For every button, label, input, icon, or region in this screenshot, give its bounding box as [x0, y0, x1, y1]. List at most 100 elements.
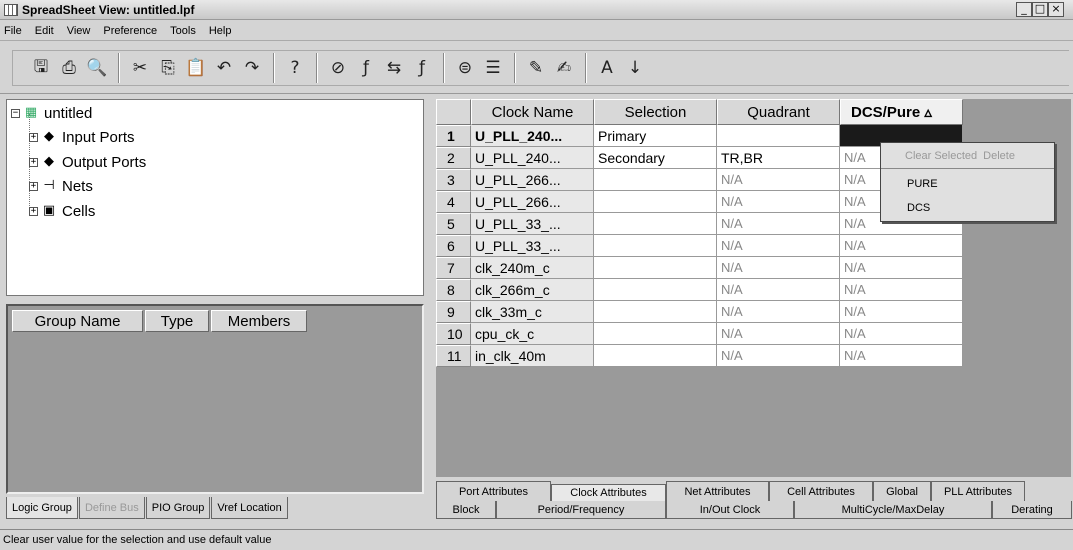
collapse-icon[interactable]: − — [11, 108, 20, 118]
cell-quadrant[interactable]: N/A — [717, 345, 840, 367]
context-clear-selected[interactable]: Clear Selected — [905, 150, 977, 162]
group-icon[interactable]: ⊜ — [451, 54, 479, 82]
cell-selection[interactable] — [594, 301, 717, 323]
sort-icon[interactable]: ↓ — [621, 54, 649, 82]
cell-quadrant[interactable] — [717, 125, 840, 147]
tab-net-attributes[interactable]: Net Attributes — [666, 481, 769, 501]
row-number[interactable]: 8 — [436, 279, 471, 301]
cell-selection[interactable] — [594, 257, 717, 279]
cell-quadrant[interactable]: N/A — [717, 235, 840, 257]
menu-help[interactable]: Help — [209, 25, 232, 37]
edit-icon[interactable]: ✎ — [522, 54, 550, 82]
cell-dcs-pure[interactable]: N/A — [840, 301, 963, 323]
cell-dcs-pure[interactable]: N/A — [840, 257, 963, 279]
tab-period-frequency[interactable]: Period/Frequency — [496, 501, 666, 519]
row-number[interactable]: 5 — [436, 213, 471, 235]
tree-item-input-ports[interactable]: + ◆ Input Ports — [29, 127, 135, 147]
cell-selection[interactable] — [594, 213, 717, 235]
save-icon[interactable]: 🖫 — [27, 54, 55, 82]
cell-clock-name[interactable]: clk_266m_c — [471, 279, 594, 301]
tab-derating[interactable]: Derating — [992, 501, 1072, 519]
cell-clock-name[interactable]: clk_33m_c — [471, 301, 594, 323]
cell-dcs-pure[interactable]: N/A — [840, 345, 963, 367]
row-number[interactable]: 9 — [436, 301, 471, 323]
cell-selection[interactable]: Secondary — [594, 147, 717, 169]
tab-cell-attributes[interactable]: Cell Attributes — [769, 481, 873, 501]
column-header-selection[interactable]: Selection — [594, 99, 717, 125]
multicycle-icon[interactable]: ƒ — [408, 54, 436, 82]
font-icon[interactable]: A — [593, 54, 621, 82]
copy-icon[interactable]: ⎘ — [154, 54, 182, 82]
cell-quadrant[interactable]: N/A — [717, 301, 840, 323]
expand-icon[interactable]: + — [29, 181, 38, 191]
cell-clock-name[interactable]: cpu_ck_c — [471, 323, 594, 345]
cell-dcs-pure[interactable]: N/A — [840, 323, 963, 345]
cell-quadrant[interactable]: N/A — [717, 213, 840, 235]
tab-in-out-clock[interactable]: In/Out Clock — [666, 501, 794, 519]
frequency-icon[interactable]: ƒ — [352, 54, 380, 82]
tree-root[interactable]: − ▦ untitled — [11, 103, 92, 123]
paste-icon[interactable]: 📋 — [182, 54, 210, 82]
cell-dcs-pure[interactable]: N/A — [840, 235, 963, 257]
expand-icon[interactable]: + — [29, 157, 38, 167]
cell-quadrant[interactable]: N/A — [717, 323, 840, 345]
period-icon[interactable]: ⇆ — [380, 54, 408, 82]
row-number[interactable]: 4 — [436, 191, 471, 213]
undo-icon[interactable]: ↶ — [210, 54, 238, 82]
tab-multicycle-maxdelay[interactable]: MultiCycle/MaxDelay — [794, 501, 992, 519]
redo-icon[interactable]: ↷ — [238, 54, 266, 82]
sign-icon[interactable]: ✍ — [550, 54, 578, 82]
tree-item-output-ports[interactable]: + ◆ Output Ports — [29, 152, 146, 172]
tab-pll-attributes[interactable]: PLL Attributes — [931, 481, 1025, 501]
tab-clock-attributes[interactable]: Clock Attributes — [551, 484, 666, 501]
tab-pio-group[interactable]: PIO Group — [145, 497, 211, 519]
cell-selection[interactable]: Primary — [594, 125, 717, 147]
column-header-dcs-pure[interactable]: DCS/Pure ▵ — [840, 99, 963, 125]
column-header-group-name[interactable]: Group Name — [12, 310, 143, 332]
cell-selection[interactable] — [594, 323, 717, 345]
cell-clock-name[interactable]: U_PLL_266... — [471, 191, 594, 213]
row-number[interactable]: 11 — [436, 345, 471, 367]
cell-clock-name[interactable]: in_clk_40m — [471, 345, 594, 367]
context-item-pure[interactable]: PURE — [907, 175, 938, 193]
tree-item-nets[interactable]: + ⊣ Nets — [29, 176, 93, 196]
context-delete[interactable]: Delete — [983, 150, 1015, 162]
cell-selection[interactable] — [594, 279, 717, 301]
tab-vref-location[interactable]: Vref Location — [211, 497, 288, 519]
column-header-clock-name[interactable]: Clock Name — [471, 99, 594, 125]
menu-preference[interactable]: Preference — [103, 25, 157, 37]
cell-dcs-pure[interactable]: N/A — [840, 279, 963, 301]
cell-quadrant[interactable]: N/A — [717, 169, 840, 191]
menu-tools[interactable]: Tools — [170, 25, 196, 37]
row-number[interactable]: 2 — [436, 147, 471, 169]
row-number[interactable]: 7 — [436, 257, 471, 279]
cell-quadrant[interactable]: N/A — [717, 257, 840, 279]
tree-item-cells[interactable]: + ▣ Cells — [29, 201, 95, 221]
cell-quadrant[interactable]: TR,BR — [717, 147, 840, 169]
cell-clock-name[interactable]: U_PLL_33_... — [471, 235, 594, 257]
menu-file[interactable]: File — [4, 25, 22, 37]
tab-block[interactable]: Block — [436, 501, 496, 519]
tab-define-bus[interactable]: Define Bus — [78, 497, 145, 519]
print-icon[interactable]: ⎙ — [55, 54, 83, 82]
row-number[interactable]: 1 — [436, 125, 471, 147]
help-icon[interactable]: ? — [281, 54, 309, 82]
expand-icon[interactable]: + — [29, 132, 38, 142]
tab-port-attributes[interactable]: Port Attributes — [436, 481, 551, 501]
row-number[interactable]: 3 — [436, 169, 471, 191]
expand-icon[interactable]: + — [29, 206, 38, 216]
cell-clock-name[interactable]: U_PLL_240... — [471, 147, 594, 169]
row-number[interactable]: 6 — [436, 235, 471, 257]
maximize-button[interactable]: □ — [1032, 2, 1048, 17]
context-item-dcs[interactable]: DCS — [907, 199, 930, 217]
cell-quadrant[interactable]: N/A — [717, 279, 840, 301]
cell-clock-name[interactable]: U_PLL_266... — [471, 169, 594, 191]
menu-view[interactable]: View — [67, 25, 91, 37]
tab-logic-group[interactable]: Logic Group — [6, 497, 78, 519]
cell-quadrant[interactable]: N/A — [717, 191, 840, 213]
column-header-type[interactable]: Type — [145, 310, 209, 332]
cell-selection[interactable] — [594, 235, 717, 257]
cell-clock-name[interactable]: U_PLL_240... — [471, 125, 594, 147]
clear-icon[interactable]: ⊘ — [324, 54, 352, 82]
ports-icon[interactable]: ☰ — [479, 54, 507, 82]
